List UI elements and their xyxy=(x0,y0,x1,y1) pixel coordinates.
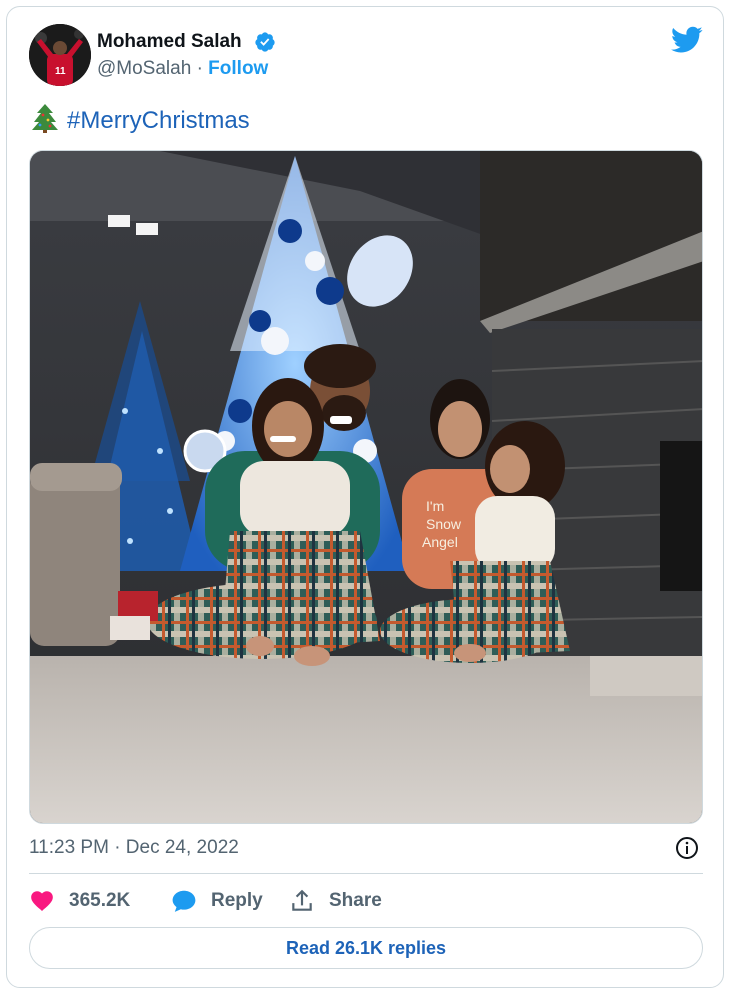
tweet-card: 11 Mohamed Salah @MoSalah · Follow #Merr… xyxy=(6,6,724,988)
speech-bubble-icon xyxy=(172,890,196,912)
author-avatar[interactable]: 11 xyxy=(29,24,91,86)
separator-dot: · xyxy=(196,58,203,79)
christmas-tree-emoji-icon xyxy=(32,104,58,133)
like-button[interactable]: 365.2K xyxy=(29,887,130,915)
info-icon[interactable] xyxy=(675,836,699,860)
tweet-text: #MerryChristmas xyxy=(31,103,250,135)
svg-text:Snow: Snow xyxy=(426,516,462,532)
follow-button[interactable]: Follow xyxy=(208,58,268,79)
verified-badge-icon xyxy=(255,32,275,52)
share-button[interactable]: Share xyxy=(289,887,382,915)
hashtag-link[interactable]: #MerryChristmas xyxy=(67,107,250,134)
share-label: Share xyxy=(329,890,382,911)
author-name[interactable]: Mohamed Salah xyxy=(97,31,242,53)
svg-text:Angel: Angel xyxy=(422,534,458,550)
share-upload-icon xyxy=(292,889,312,911)
author-handle[interactable]: @MoSalah xyxy=(97,58,191,79)
family-christmas-photo: I'm Snow Angel xyxy=(30,151,702,823)
svg-text:11: 11 xyxy=(55,66,66,77)
like-count: 365.2K xyxy=(69,890,131,911)
read-replies-button[interactable]: Read 26.1K replies xyxy=(29,927,703,969)
tweet-timestamp[interactable]: 11:23 PM · Dec 24, 2022 xyxy=(29,837,239,859)
reply-button[interactable]: Reply xyxy=(171,887,263,915)
heart-icon xyxy=(31,891,53,911)
reply-label: Reply xyxy=(211,890,263,911)
tweet-photo[interactable]: I'm Snow Angel xyxy=(29,150,703,824)
twitter-bird-icon[interactable] xyxy=(671,26,703,54)
svg-text:I'm: I'm xyxy=(426,498,444,514)
handle-row: @MoSalah · Follow xyxy=(97,58,268,80)
divider xyxy=(29,873,703,874)
